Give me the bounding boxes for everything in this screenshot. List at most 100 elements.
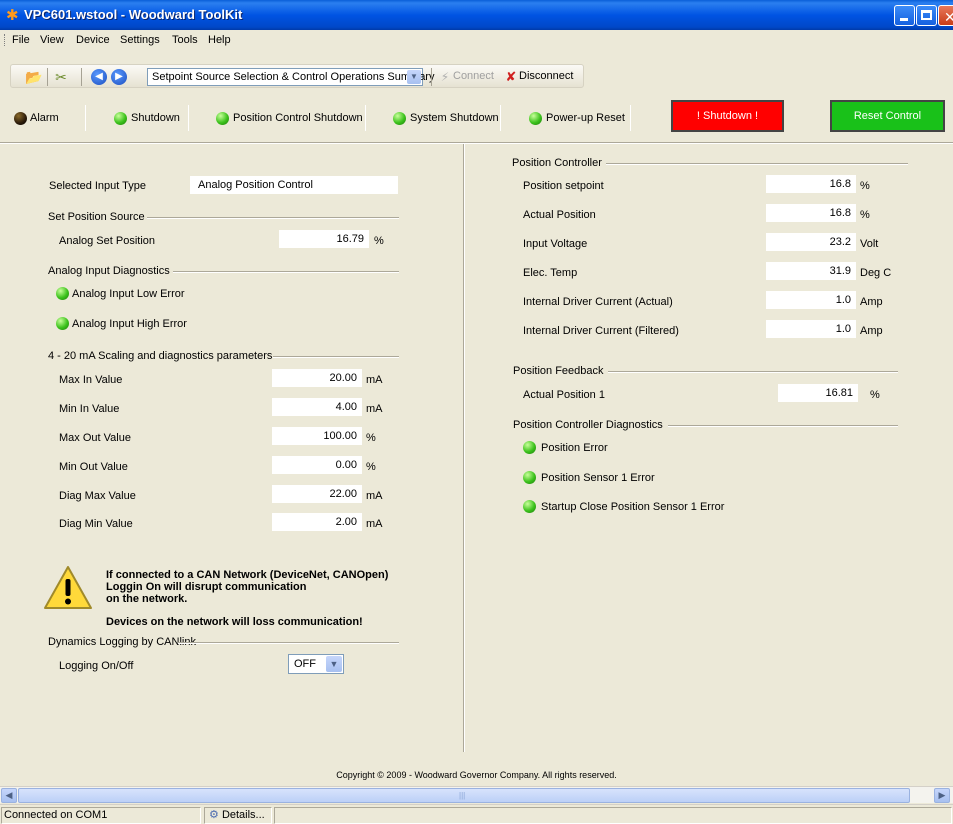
analog-input-high-error-label: Analog Input High Error (72, 318, 187, 330)
elec-temp-unit: Deg C (860, 267, 892, 279)
startup-close-position-sensor-1-error-label: Startup Close Position Sensor 1 Error (541, 501, 725, 513)
chevron-down-icon[interactable]: ▼ (326, 656, 342, 672)
menu-grip-icon (4, 34, 7, 46)
menu-file[interactable]: File (12, 34, 30, 46)
warning-icon (44, 566, 92, 609)
analog-set-position-label: Analog Set Position (59, 235, 156, 247)
position-control-shutdown-label: Position Control Shutdown (233, 112, 363, 124)
open-folder-icon[interactable]: 📂 (25, 69, 42, 85)
toolbar-strip: 📂 ✂ ◀ ▶ Setpoint Source Selection & Cont… (10, 64, 584, 88)
diag-min-value-label: Diag Min Value (59, 518, 133, 530)
position-control-shutdown-led-icon (216, 112, 229, 125)
elec-temp-field: 31.9 (766, 262, 856, 280)
details-icon: ⚙ (209, 809, 219, 821)
details-button[interactable]: ⚙ Details... (204, 807, 272, 824)
main-panel: Selected Input Type Analog Position Cont… (0, 144, 953, 784)
min-out-value-unit: % (366, 461, 376, 473)
close-button[interactable]: ✕ (938, 5, 953, 26)
maximize-icon (921, 10, 932, 20)
page-select-value: Setpoint Source Selection & Control Oper… (152, 71, 435, 83)
analog-input-low-error-label: Analog Input Low Error (72, 288, 185, 300)
diag-min-value-field: 2.00 (272, 513, 362, 531)
page-select[interactable]: Setpoint Source Selection & Control Oper… (147, 68, 434, 86)
position-setpoint-field: 16.8 (766, 175, 856, 193)
scrollbar-thumb[interactable]: ||| (18, 788, 910, 803)
scroll-left-button[interactable]: ◀ (1, 788, 17, 803)
max-out-value-unit: % (366, 432, 376, 444)
driver-current-filtered-label: Internal Driver Current (Filtered) (523, 325, 679, 337)
actual-position-1-field: 16.81 (778, 384, 858, 402)
minimize-icon (900, 18, 908, 21)
power-up-reset-label: Power-up Reset (546, 112, 625, 124)
actual-position-unit: % (860, 209, 870, 221)
status-bar: Connected on COM1 ⚙ Details... (0, 804, 953, 824)
min-in-value-field: 4.00 (272, 398, 362, 416)
warning-line-1: If connected to a CAN Network (DeviceNet… (106, 569, 389, 581)
menu-settings[interactable]: Settings (120, 34, 160, 46)
startup-close-position-sensor-1-error-led-icon (523, 500, 536, 513)
toolbar: 📂 ✂ ◀ ▶ Setpoint Source Selection & Cont… (0, 50, 953, 92)
logging-on-off-value: OFF (294, 658, 316, 670)
logging-on-off-label: Logging On/Off (59, 660, 134, 672)
actual-position-1-unit: % (870, 389, 880, 401)
driver-current-actual-label: Internal Driver Current (Actual) (523, 296, 673, 308)
diag-max-value-field: 22.00 (272, 485, 362, 503)
min-in-value-label: Min In Value (59, 403, 120, 415)
minimize-button[interactable] (894, 5, 915, 26)
disconnect-icon: ✘ (505, 69, 517, 84)
maximize-button[interactable] (916, 5, 937, 26)
selected-input-type-field: Analog Position Control (190, 176, 398, 194)
horizontal-scrollbar[interactable]: ◀ ||| ▶ (0, 786, 953, 803)
driver-current-filtered-unit: Amp (860, 325, 883, 337)
logging-on-off-select[interactable]: OFF ▼ (288, 654, 344, 674)
connect-icon: ⚡ (440, 70, 450, 84)
menu-help[interactable]: Help (208, 34, 231, 46)
menu-tools[interactable]: Tools (172, 34, 198, 46)
max-out-value-field: 100.00 (272, 427, 362, 445)
status-indicator-strip: Alarm Shutdown Position Control Shutdown… (10, 97, 953, 139)
copyright-text: Copyright © 2009 - Woodward Governor Com… (336, 770, 617, 780)
scroll-right-button[interactable]: ▶ (934, 788, 950, 803)
connect-button[interactable]: Connect (453, 70, 494, 82)
analog-input-high-error-led-icon (56, 317, 69, 330)
min-out-value-field: 0.00 (272, 456, 362, 474)
position-setpoint-label: Position setpoint (523, 180, 604, 192)
system-shutdown-label: System Shutdown (410, 112, 499, 124)
dynamics-logging-title: Dynamics Logging by CANlink (48, 636, 196, 648)
menu-device[interactable]: Device (76, 34, 110, 46)
driver-current-actual-field: 1.0 (766, 291, 856, 309)
driver-current-filtered-field: 1.0 (766, 320, 856, 338)
power-up-reset-led-icon (529, 112, 542, 125)
min-in-value-unit: mA (366, 403, 383, 415)
alarm-led-icon (14, 112, 27, 125)
back-button[interactable]: ◀ (91, 69, 107, 85)
input-voltage-unit: Volt (860, 238, 879, 250)
chevron-down-icon[interactable]: ▼ (407, 70, 421, 84)
max-in-value-unit: mA (366, 374, 383, 386)
tool-icon[interactable]: ✂ (53, 69, 69, 85)
analog-set-position-field: 16.79 (279, 230, 369, 248)
toolkit-app-icon: ✱ (6, 7, 19, 24)
analog-set-position-unit: % (374, 235, 384, 247)
forward-button[interactable]: ▶ (111, 69, 127, 85)
elec-temp-label: Elec. Temp (523, 267, 578, 279)
max-in-value-label: Max In Value (59, 374, 123, 386)
disconnect-button[interactable]: Disconnect (519, 70, 573, 82)
menu-bar: File View Device Settings Tools Help (0, 30, 953, 50)
reset-control-button[interactable]: Reset Control (830, 100, 945, 132)
menu-view[interactable]: View (40, 34, 64, 46)
input-voltage-label: Input Voltage (523, 238, 588, 250)
position-error-led-icon (523, 441, 536, 454)
max-out-value-label: Max Out Value (59, 432, 131, 444)
warning-line-3: on the network. (106, 593, 188, 605)
analog-input-diagnostics-title: Analog Input Diagnostics (48, 265, 170, 277)
position-error-label: Position Error (541, 442, 608, 454)
position-setpoint-unit: % (860, 180, 870, 192)
driver-current-actual-unit: Amp (860, 296, 883, 308)
diag-max-value-unit: mA (366, 490, 383, 502)
shutdown-led-icon (114, 112, 127, 125)
connection-status: Connected on COM1 (1, 807, 201, 824)
min-out-value-label: Min Out Value (59, 461, 128, 473)
warning-line-4: Devices on the network will loss communi… (106, 616, 363, 628)
shutdown-button[interactable]: ! Shutdown ! (671, 100, 784, 132)
